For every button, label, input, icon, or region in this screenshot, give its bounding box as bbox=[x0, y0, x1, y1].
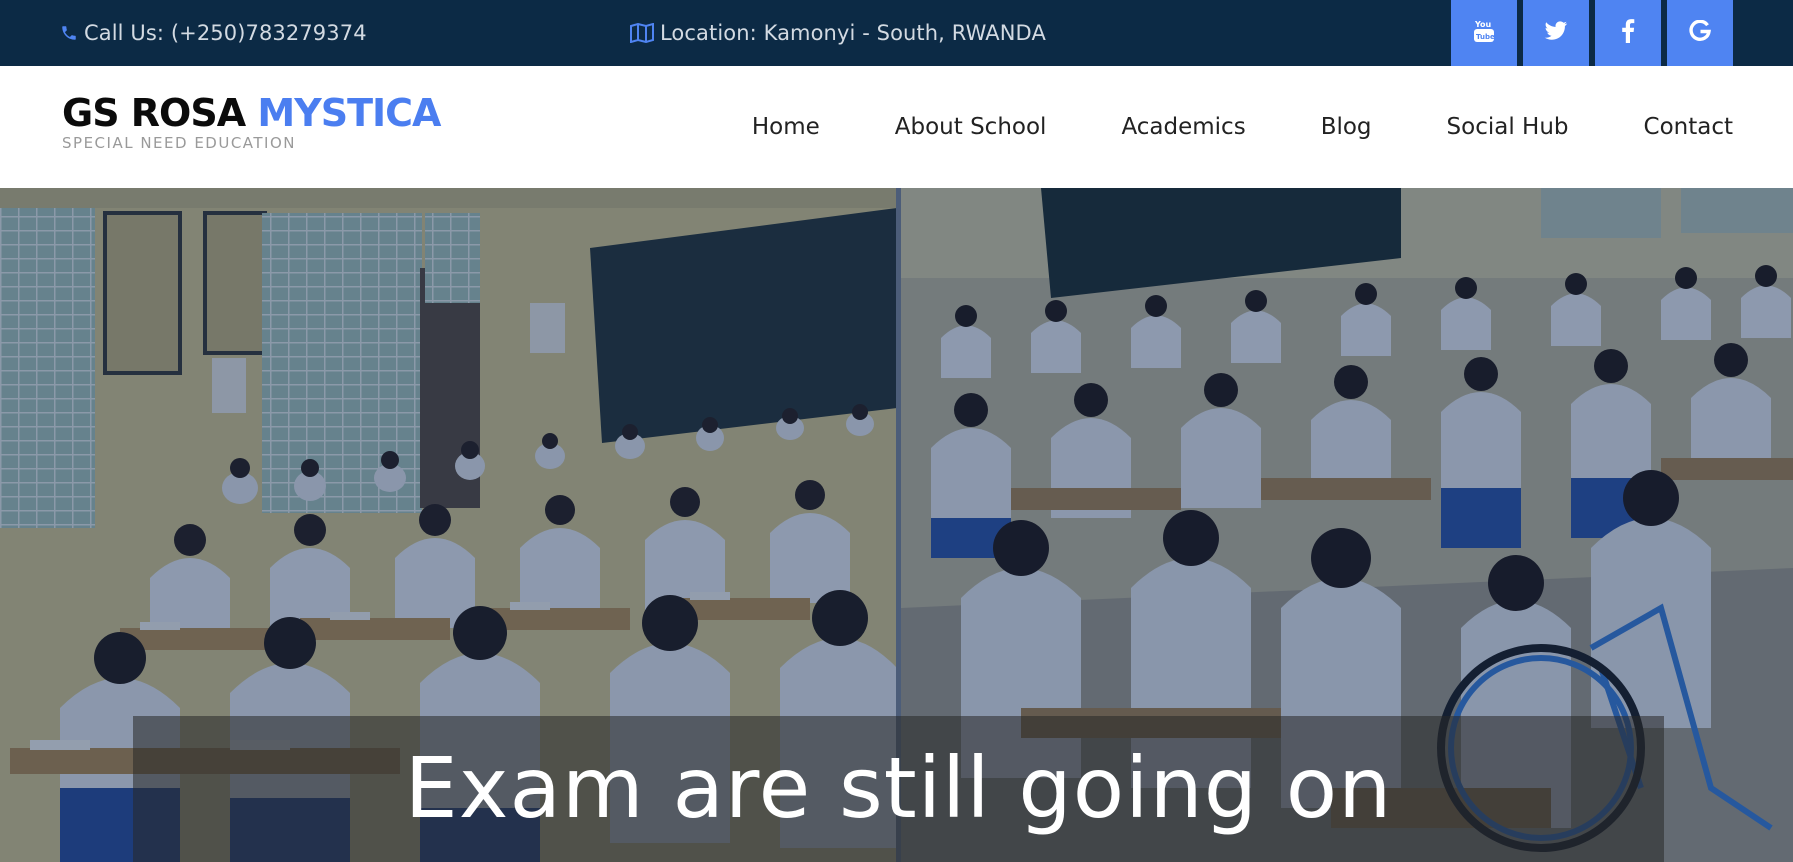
google-button[interactable] bbox=[1667, 0, 1733, 66]
nav-item-contact[interactable]: Contact bbox=[1644, 114, 1733, 140]
svg-text:You: You bbox=[1474, 20, 1492, 29]
twitter-button[interactable] bbox=[1523, 0, 1589, 66]
map-icon bbox=[630, 23, 654, 43]
school-name: GS ROSA MYSTICA bbox=[62, 91, 441, 135]
facebook-button[interactable] bbox=[1595, 0, 1661, 66]
hero-caption-box: Exam are still going on bbox=[133, 716, 1664, 862]
site-logo[interactable]: GS ROSA MYSTICA SPECIAL NEED EDUCATION bbox=[62, 91, 441, 152]
main-navbar: GS ROSA MYSTICA SPECIAL NEED EDUCATION H… bbox=[0, 66, 1793, 188]
nav-item-about-school[interactable]: About School bbox=[895, 114, 1047, 140]
main-menu: Home About School Academics Blog Social … bbox=[752, 66, 1733, 188]
nav-item-academics[interactable]: Academics bbox=[1121, 114, 1245, 140]
nav-item-home[interactable]: Home bbox=[752, 114, 820, 140]
youtube-button[interactable]: You Tube bbox=[1451, 0, 1517, 66]
location-text: Location: Kamonyi - South, RWANDA bbox=[660, 21, 1046, 45]
hero-slider[interactable]: Exam are still going on bbox=[0, 188, 1793, 862]
school-name-accent: MYSTICA bbox=[257, 91, 441, 135]
phone-icon bbox=[60, 24, 78, 42]
school-tagline: SPECIAL NEED EDUCATION bbox=[62, 134, 297, 152]
svg-text:Tube: Tube bbox=[1476, 33, 1495, 41]
nav-item-social-hub[interactable]: Social Hub bbox=[1447, 114, 1569, 140]
google-icon bbox=[1689, 19, 1711, 46]
facebook-icon bbox=[1621, 19, 1635, 47]
nav-item-blog[interactable]: Blog bbox=[1321, 114, 1372, 140]
twitter-icon bbox=[1544, 21, 1568, 45]
hero-caption: Exam are still going on bbox=[404, 739, 1393, 837]
location-info: Location: Kamonyi - South, RWANDA bbox=[630, 0, 1046, 66]
top-info-bar: Call Us: (+250)783279374 Location: Kamon… bbox=[0, 0, 1793, 66]
call-us-info[interactable]: Call Us: (+250)783279374 bbox=[60, 0, 367, 66]
youtube-icon: You Tube bbox=[1473, 18, 1495, 48]
social-links: You Tube bbox=[1451, 0, 1733, 66]
school-name-main: GS ROSA bbox=[62, 91, 246, 135]
call-us-text: Call Us: (+250)783279374 bbox=[84, 21, 367, 45]
